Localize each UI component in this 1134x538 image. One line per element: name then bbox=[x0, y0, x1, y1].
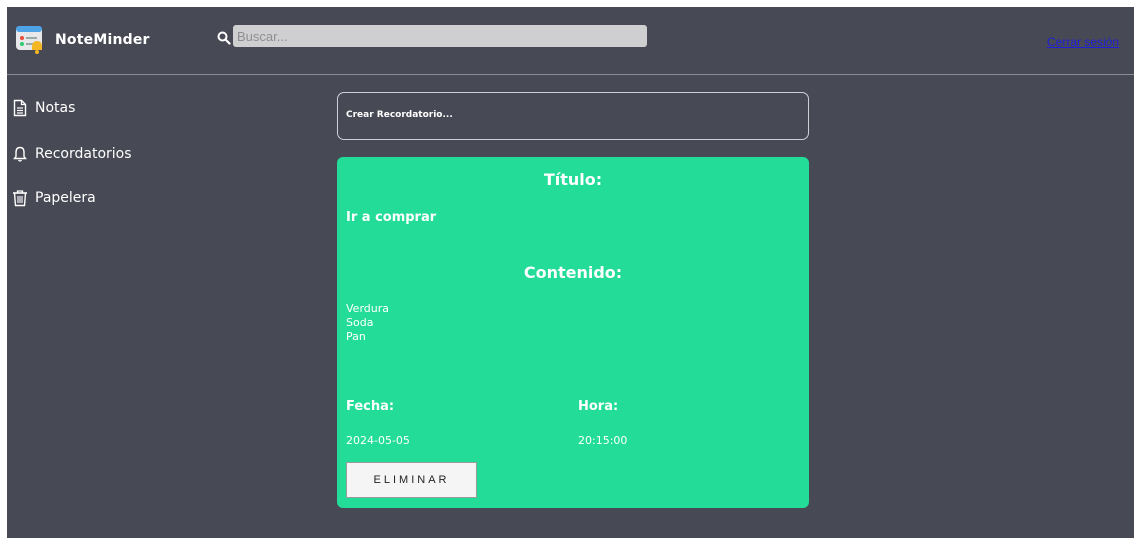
sidebar-item-papelera[interactable]: Papelera bbox=[11, 187, 96, 209]
create-reminder-label: Crear Recordatorio... bbox=[346, 110, 453, 120]
search-icon bbox=[217, 31, 231, 45]
sidebar-item-label: Papelera bbox=[35, 190, 96, 206]
sidebar-item-recordatorios[interactable]: Recordatorios bbox=[11, 143, 132, 165]
reminder-content: Verdura Soda Pan bbox=[346, 302, 389, 344]
reminder-app-logo-icon bbox=[16, 26, 42, 54]
content-line: Pan bbox=[346, 330, 366, 343]
sidebar-item-notas[interactable]: Notas bbox=[11, 97, 75, 119]
search-input[interactable] bbox=[233, 25, 647, 47]
delete-button[interactable]: ELIMINAR bbox=[346, 462, 477, 498]
app-window: NoteMinder Cerrar sesión Notas Recordato… bbox=[7, 7, 1134, 538]
document-icon bbox=[13, 99, 27, 117]
content-line: Soda bbox=[346, 316, 374, 329]
app-name: NoteMinder bbox=[55, 32, 150, 48]
date-value: 2024-05-05 bbox=[346, 434, 410, 447]
title-heading: Título: bbox=[543, 170, 603, 189]
bell-icon bbox=[13, 146, 27, 162]
trash-icon bbox=[13, 190, 27, 207]
time-label: Hora: bbox=[578, 399, 619, 414]
date-label: Fecha: bbox=[346, 399, 395, 414]
reminder-title: Ir a comprar bbox=[346, 210, 437, 225]
content-heading: Contenido: bbox=[523, 263, 623, 282]
sidebar-item-label: Recordatorios bbox=[35, 146, 132, 162]
reminder-card: Título: Ir a comprar Contenido: Verdura … bbox=[337, 157, 809, 508]
create-reminder-input[interactable]: Crear Recordatorio... bbox=[337, 92, 809, 140]
time-value: 20:15:00 bbox=[578, 434, 628, 447]
sidebar-item-label: Notas bbox=[35, 100, 76, 116]
logout-link[interactable]: Cerrar sesión bbox=[1047, 35, 1119, 49]
content-line: Verdura bbox=[346, 302, 389, 315]
top-header: NoteMinder Cerrar sesión bbox=[7, 7, 1134, 75]
